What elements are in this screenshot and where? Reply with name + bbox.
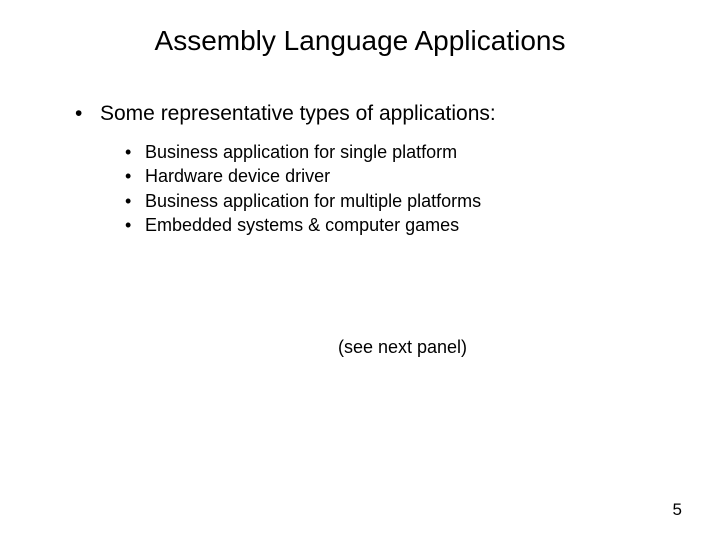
list-item: Business application for multiple platfo… [125,189,720,213]
slide-container: Assembly Language Applications Some repr… [0,0,720,540]
note-text: (see next panel) [75,337,720,358]
page-number: 5 [673,500,682,520]
list-item: Embedded systems & computer games [125,213,720,237]
list-item: Hardware device driver [125,164,720,188]
slide-title: Assembly Language Applications [0,25,720,57]
list-item: Business application for single platform [125,140,720,164]
content-area: Some representative types of application… [0,102,720,358]
main-bullet: Some representative types of application… [75,102,720,126]
sub-bullet-list: Business application for single platform… [75,140,720,237]
